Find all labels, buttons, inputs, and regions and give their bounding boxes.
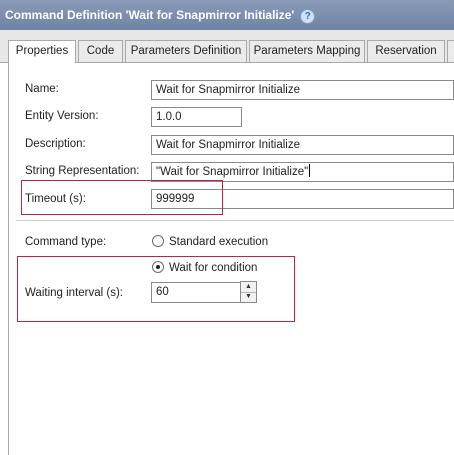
radio-standard-execution-label[interactable]: Standard execution xyxy=(169,236,268,248)
tab-properties[interactable]: Properties xyxy=(8,40,76,63)
string-representation-label: String Representation: xyxy=(25,165,140,177)
section-divider xyxy=(16,220,454,221)
wait-condition-highlight-box xyxy=(17,256,295,322)
tab-parameters-mapping[interactable]: Parameters Mapping xyxy=(249,40,365,62)
window-title-bar: Command Definition 'Wait for Snapmirror … xyxy=(0,0,454,30)
description-field[interactable]: Wait for Snapmirror Initialize xyxy=(151,135,454,155)
help-icon[interactable]: ? xyxy=(300,9,316,24)
tab-overflow[interactable] xyxy=(447,40,454,62)
tab-bar: Properties Code Parameters Definition Pa… xyxy=(0,30,454,63)
radio-standard-execution[interactable] xyxy=(152,235,164,247)
name-field[interactable]: Wait for Snapmirror Initialize xyxy=(151,80,454,100)
string-representation-value: "Wait for Snapmirror Initialize" xyxy=(156,166,309,178)
tab-reservation[interactable]: Reservation xyxy=(367,40,445,62)
name-label: Name: xyxy=(25,83,59,95)
tab-code[interactable]: Code xyxy=(78,40,123,62)
timeout-highlight-box xyxy=(21,180,223,215)
entity-version-label: Entity Version: xyxy=(25,110,99,122)
string-representation-field[interactable]: "Wait for Snapmirror Initialize" xyxy=(151,162,454,182)
entity-version-field[interactable]: 1.0.0 xyxy=(151,107,242,127)
window-title: Command Definition 'Wait for Snapmirror … xyxy=(5,8,295,22)
text-caret xyxy=(309,164,311,177)
description-label: Description: xyxy=(25,138,86,150)
tab-parameters-definition[interactable]: Parameters Definition xyxy=(125,40,247,62)
command-type-label: Command type: xyxy=(25,236,107,248)
